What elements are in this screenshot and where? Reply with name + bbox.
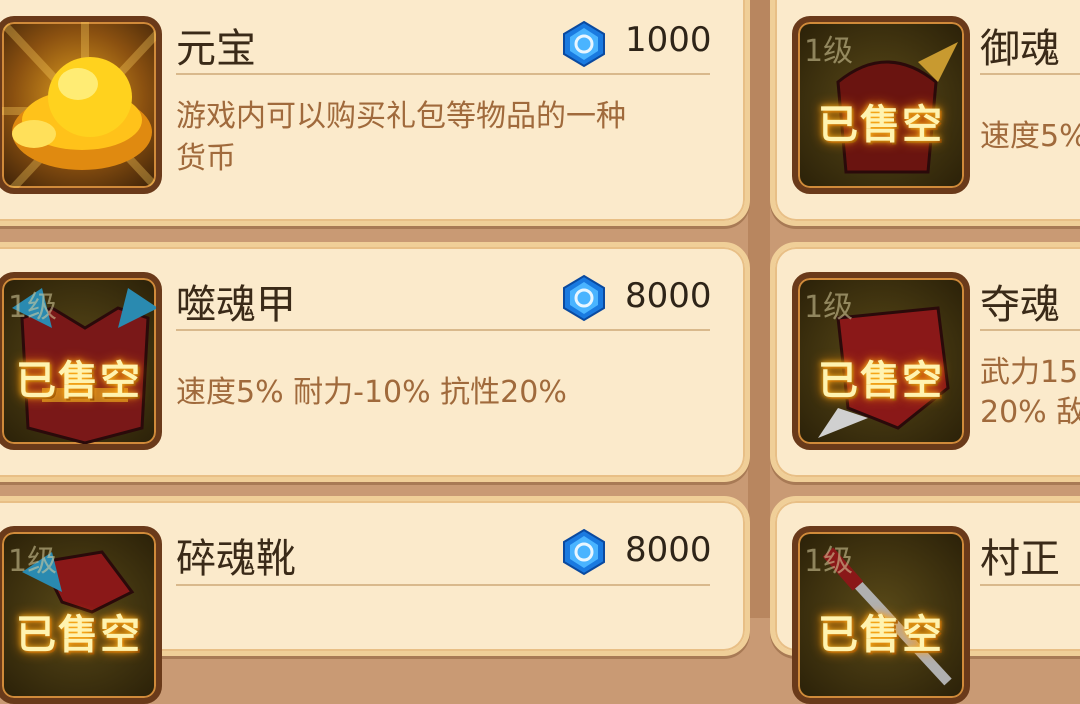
divider: [980, 73, 1080, 75]
item-name: 村正: [980, 536, 1060, 582]
boots-icon: 1级 已售空: [0, 526, 162, 704]
level-label: 1级: [8, 290, 58, 325]
level-label: 1级: [804, 34, 854, 69]
divider: [980, 584, 1080, 586]
divider: [176, 329, 710, 331]
item-name: 元宝: [176, 26, 256, 72]
blue-gem-icon: [563, 20, 605, 68]
level-label: 1级: [8, 544, 58, 579]
item-name: 碎魂靴: [176, 536, 296, 582]
item-stats: 武力15: [980, 355, 1079, 390]
level-label: 1级: [804, 290, 854, 325]
sold-out-label: 已售空: [818, 358, 944, 404]
sold-out-label: 已售空: [818, 102, 944, 148]
armor-icon: 1级 已售空: [0, 272, 162, 450]
item-description-line2: 货币: [176, 141, 236, 176]
item-name: 噬魂甲: [176, 282, 296, 328]
item-price: 1000: [625, 20, 712, 60]
sold-out-label: 已售空: [818, 612, 944, 658]
item-price: 8000: [625, 276, 712, 316]
item-stats: 速度5% 耐力-10% 抗性20%: [176, 375, 567, 410]
divider: [980, 329, 1080, 331]
blue-gem-icon: [563, 274, 605, 322]
divider: [176, 584, 710, 586]
sold-out-label: 已售空: [16, 358, 142, 404]
column-divider: [748, 0, 770, 618]
item-stats-line2: 20% 敌: [980, 395, 1080, 430]
item-stats: 速度5%: [980, 119, 1080, 154]
sword-icon: 1级 已售空: [792, 526, 970, 704]
divider: [176, 73, 710, 75]
item-description: 游戏内可以购买礼包等物品的一种: [176, 99, 626, 134]
item-price: 8000: [625, 530, 712, 570]
blue-gem-icon: [563, 528, 605, 576]
sold-out-label: 已售空: [16, 612, 142, 658]
claw-icon: 1级 已售空: [792, 272, 970, 450]
item-name: 夺魂: [980, 282, 1060, 328]
gold-ingot-icon: [0, 16, 162, 194]
helmet-icon: 1级 已售空: [792, 16, 970, 194]
level-label: 1级: [804, 544, 854, 579]
item-name: 御魂: [980, 26, 1060, 72]
